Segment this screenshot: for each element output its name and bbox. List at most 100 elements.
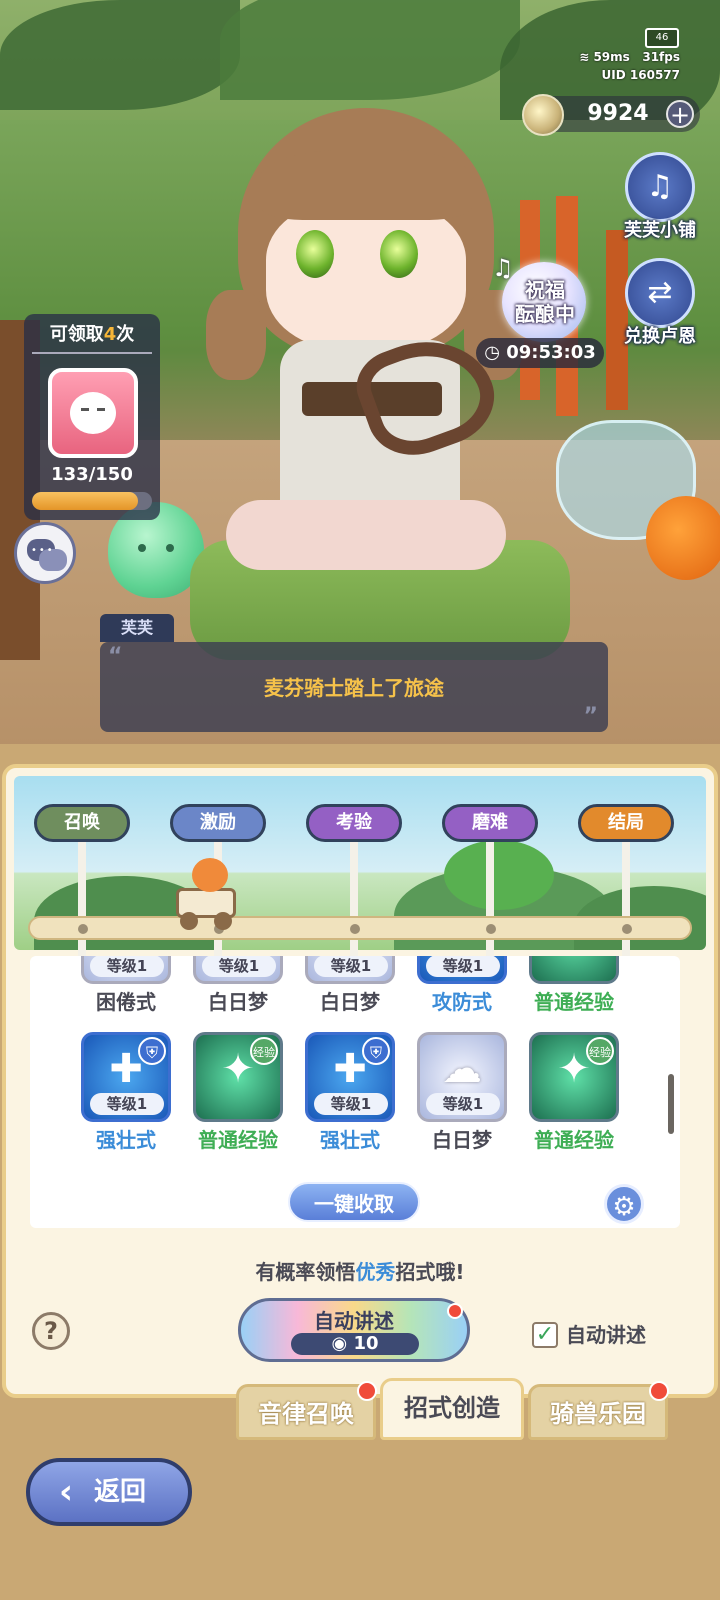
auto-narrate-toggle[interactable]: ✓ 自动讲述 [532, 1322, 672, 1352]
claim-progress-fill [32, 492, 139, 510]
clock-icon: ◷ [484, 342, 507, 363]
skill-icon: 等级1 [81, 956, 171, 984]
network-stats: ≋ 59ms 31fps UID 160577 [560, 42, 680, 88]
shop-button[interactable]: ♫ 芙芙小铺 [618, 152, 702, 248]
face [266, 200, 466, 350]
character-figure [186, 90, 546, 670]
speaker-name: 芙芙 [100, 614, 174, 642]
notification-dot [357, 1381, 377, 1401]
skill-level: 等级1 [314, 1093, 388, 1115]
stage-sign-trial: 考验 [304, 804, 404, 978]
tab-move-creation[interactable]: 招式创造 [380, 1378, 524, 1440]
exp-badge: 经验 [586, 1037, 614, 1065]
skill-level: 等级1 [90, 956, 164, 977]
skill-icon: 等级1 [305, 956, 395, 984]
uid-label: UID [601, 68, 626, 82]
stage-label: 结局 [578, 804, 674, 842]
skill-level: 等级1 [202, 956, 276, 977]
tab-rhythm-summon[interactable]: 音律召唤 [236, 1381, 377, 1440]
skill-name: 白日梦 [432, 1128, 492, 1152]
progress-track [28, 916, 692, 940]
close-quote: ” [583, 704, 598, 729]
skill-item[interactable]: ✚ ⛨ 等级1 强壮式 [76, 1032, 176, 1153]
skill-level: 等级1 [314, 956, 388, 977]
help-button[interactable]: ? [32, 1312, 70, 1350]
pumpkin [646, 496, 720, 580]
back-button[interactable]: ‹ 返回 [26, 1458, 192, 1526]
blessing-text: 祝福 酝酿中 [504, 278, 586, 326]
skill-item[interactable]: ☁ 等级1 白日梦 [412, 1032, 512, 1153]
timer-value: 09:53:03 [506, 342, 596, 363]
skill-name: 白日梦 [320, 990, 380, 1014]
ping-value: 59ms [593, 50, 630, 64]
hint-emphasis: 优秀 [355, 1260, 396, 1284]
stage-sign-ending: 结局 [576, 804, 676, 978]
skill-item[interactable]: ✦ 经验 普通经验 [188, 1032, 288, 1153]
bangs [260, 150, 472, 220]
gear-icon[interactable]: ⚙ [604, 1184, 644, 1224]
skill-name: 强壮式 [96, 1128, 156, 1152]
claim-progress-text: 133/150 [51, 464, 133, 485]
exchange-button[interactable]: ⇄ 兑换卢恩 [618, 258, 702, 354]
skill-item[interactable]: 等级1 白日梦 [300, 956, 400, 1015]
sleepy-cat-icon: ☁ [442, 1046, 482, 1092]
notification-dot [649, 1381, 669, 1401]
tab-mount-park[interactable]: 骑兽乐园 [528, 1381, 669, 1440]
dialog-text: 麦芬骑士踏上了旅途 [264, 676, 444, 700]
exchange-label: 兑换卢恩 [624, 326, 696, 347]
claim-all-button[interactable]: 一键收取 [288, 1182, 420, 1222]
skill-name: 普通经验 [534, 990, 614, 1014]
skill-name: 白日梦 [208, 990, 268, 1014]
skill-item[interactable]: 等级1 白日梦 [188, 956, 288, 1015]
foliage [220, 0, 520, 100]
fox-icon [192, 858, 228, 892]
cat-portrait-icon [48, 368, 138, 458]
blessing-timer: ◷ 09:53:03 [476, 338, 604, 368]
add-currency-button[interactable]: + [666, 100, 694, 128]
claim-count: 4 [103, 324, 117, 345]
dialog-box[interactable]: 芙芙 “ 麦芬骑士踏上了旅途 ” [100, 614, 608, 732]
skill-name: 普通经验 [534, 1128, 614, 1152]
auto-narrate-cost: ◉ 10 [291, 1333, 419, 1355]
skill-item[interactable]: ✚ ⛨ 等级1 强壮式 [300, 1032, 400, 1153]
wifi-icon: ≋ [579, 50, 594, 64]
claim-title: 可领取4次 [24, 320, 160, 346]
shield-icon: ⛨ [362, 1037, 390, 1065]
hair-tail [206, 290, 266, 380]
stage-sign-hardship: 磨难 [440, 804, 540, 978]
coin-icon: ◉ [331, 1333, 354, 1354]
claim-progress-bar [32, 492, 152, 510]
hint-suffix: 招式哦! [395, 1260, 465, 1284]
chat-button[interactable]: ••• [14, 522, 76, 584]
divider [32, 352, 152, 354]
skill-item[interactable]: 普通经验 [524, 956, 624, 1015]
auto-narrate-button[interactable]: 自动讲述 ◉ 10 [238, 1298, 470, 1362]
wheel [180, 912, 198, 930]
checkbox[interactable]: ✓ [532, 1322, 558, 1348]
claim-suffix: 次 [116, 324, 135, 345]
tab-label: 骑兽乐园 [550, 1400, 646, 1428]
skill-item[interactable]: 等级1 困倦式 [76, 956, 176, 1015]
skill-name: 强壮式 [320, 1128, 380, 1152]
stage-sign-summon: 召唤 [32, 804, 132, 978]
cost-value: 10 [353, 1333, 379, 1354]
tab-label: 音律召唤 [258, 1400, 354, 1428]
legs [226, 500, 506, 570]
skill-level: 等级1 [90, 1093, 164, 1115]
blessing-line2: 酝酿中 [515, 302, 575, 326]
skill-icon [529, 956, 619, 984]
track-node [78, 924, 88, 934]
back-label: 返回 [94, 1477, 147, 1507]
track-node [486, 924, 496, 934]
skill-item[interactable]: ✦ 经验 普通经验 [524, 1032, 624, 1153]
skill-icon: ☁ 等级1 [417, 1032, 507, 1122]
stage-label: 考验 [306, 804, 402, 842]
track-node [350, 924, 360, 934]
skill-scrollbar[interactable] [668, 1074, 674, 1134]
claim-card[interactable]: 可领取4次 133/150 [24, 314, 160, 520]
skill-item[interactable]: 等级1 攻防式 [412, 956, 512, 1015]
fps-value: 31fps [642, 50, 680, 64]
track-node [622, 924, 632, 934]
left-eye [296, 230, 334, 278]
currency-bar: 9924 + [522, 94, 700, 136]
